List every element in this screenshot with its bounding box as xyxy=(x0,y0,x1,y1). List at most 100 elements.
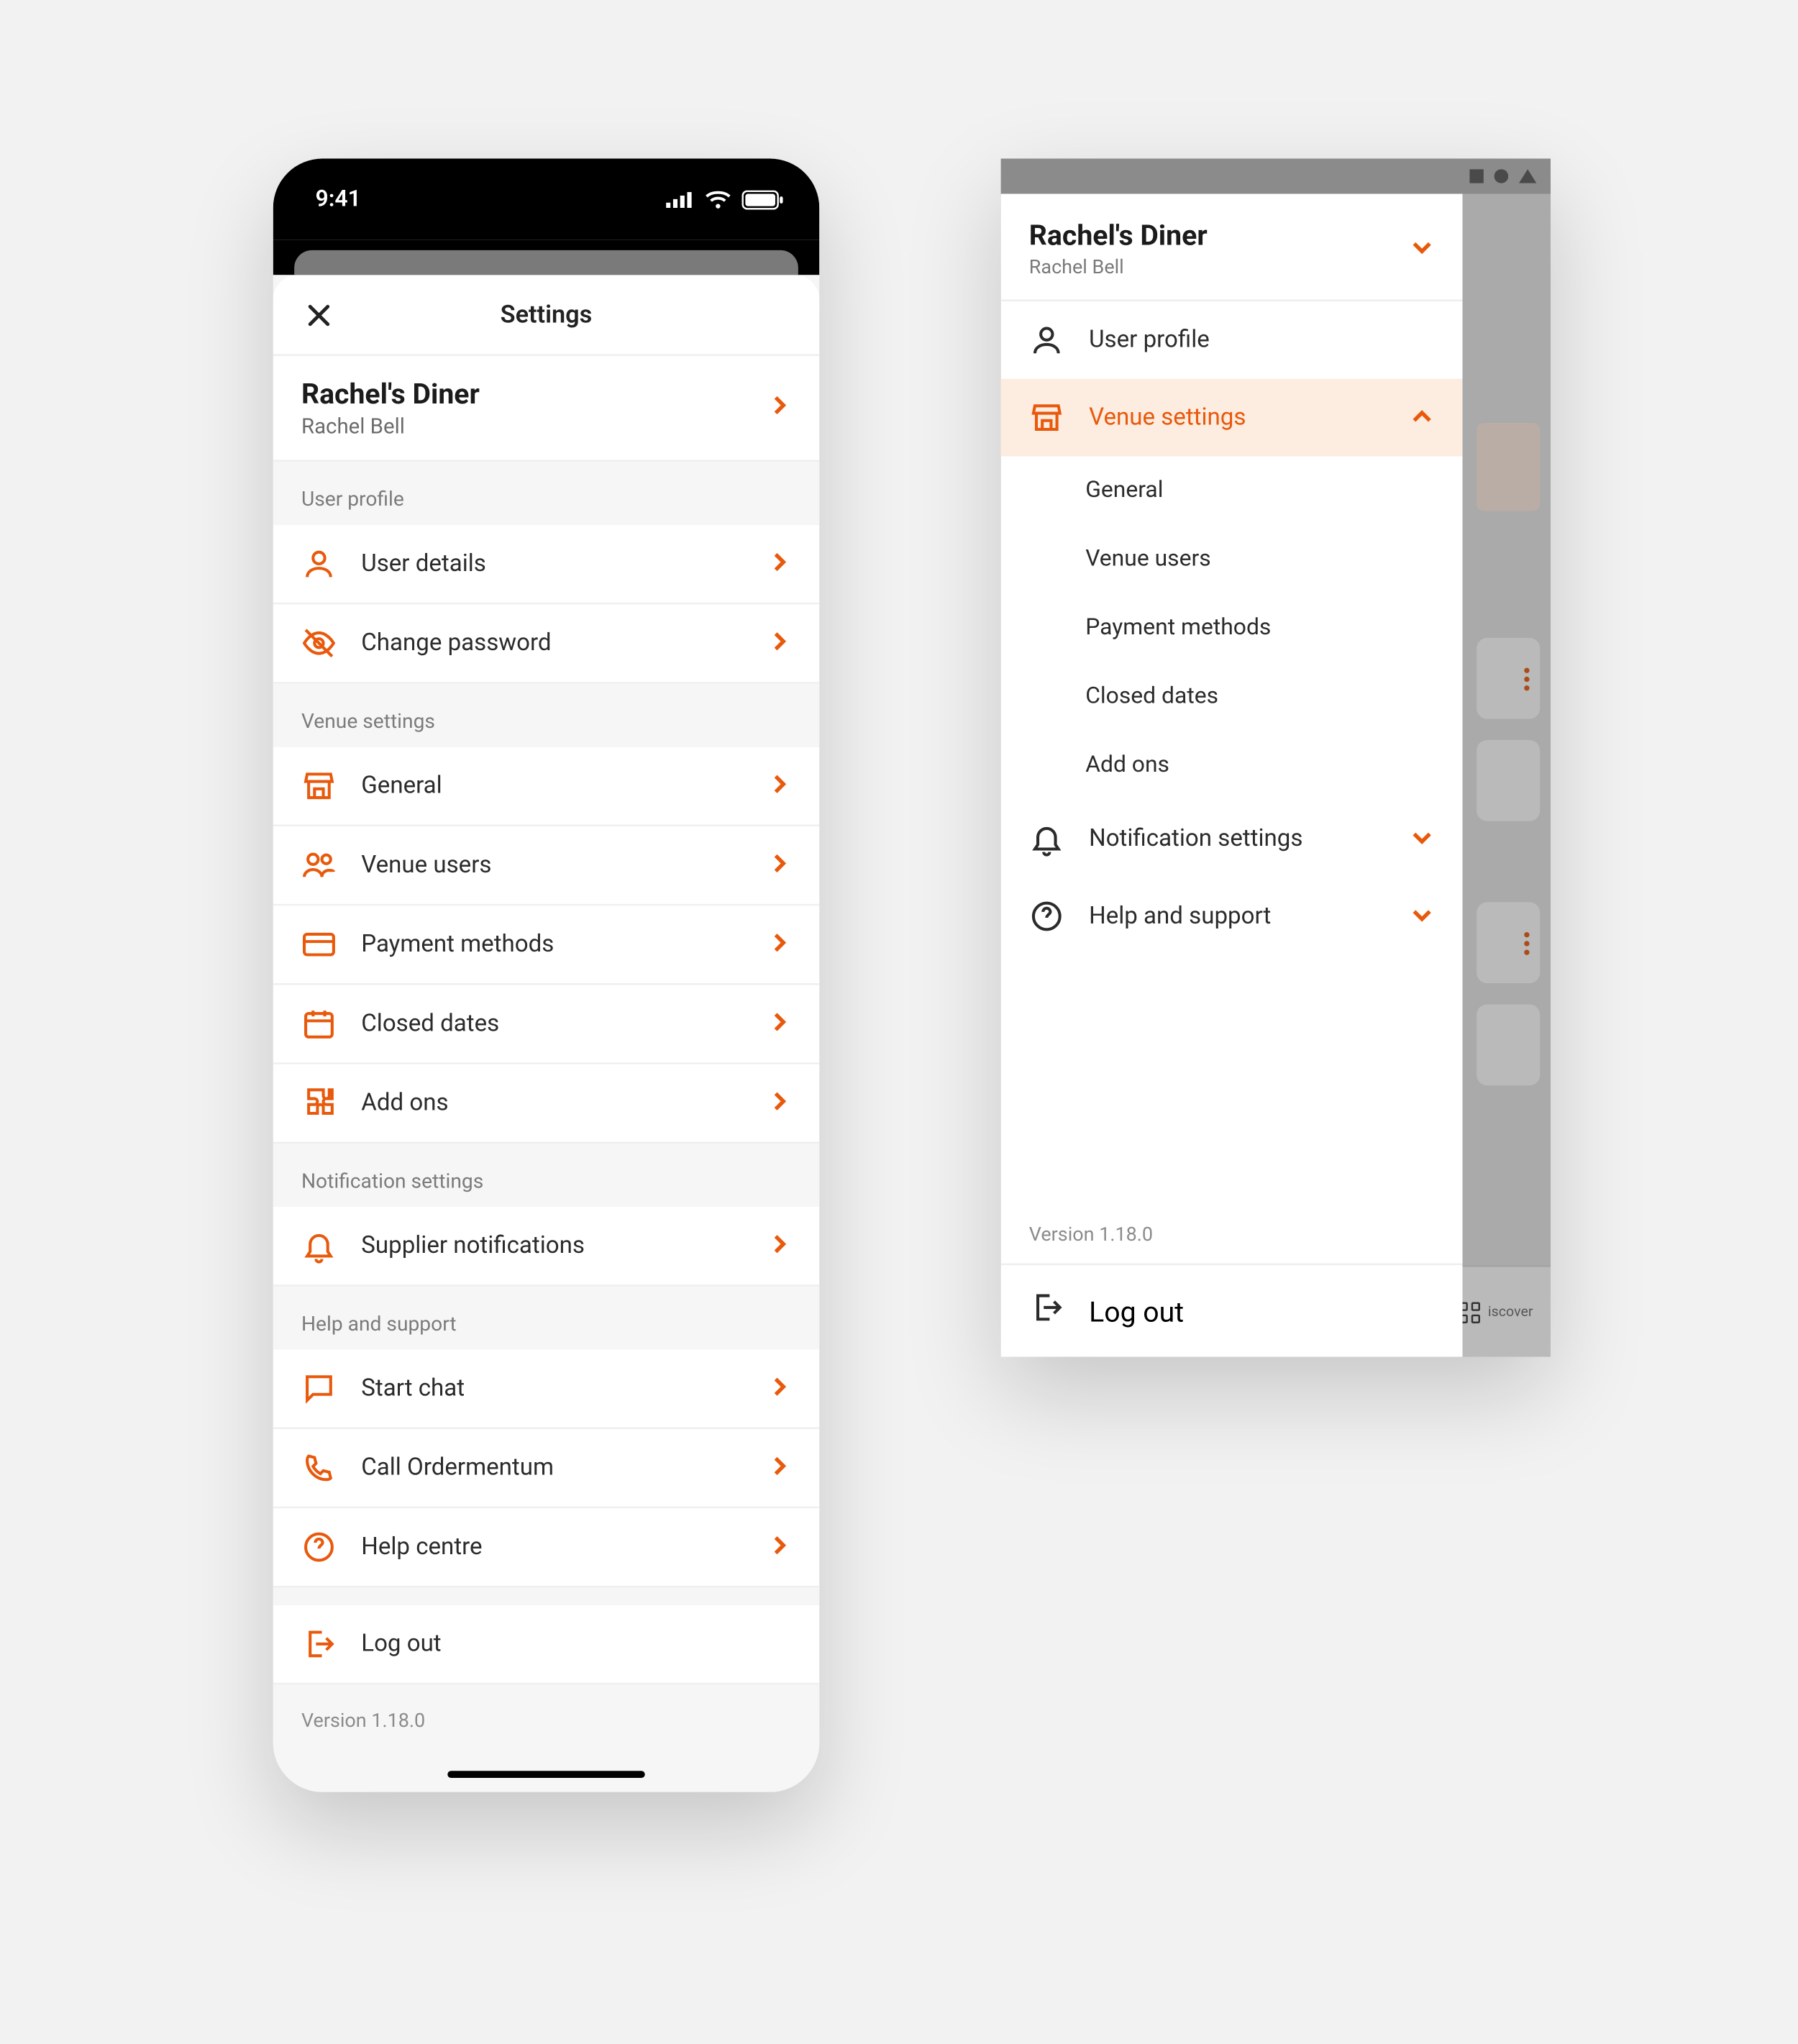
tablet-drawer-screen: iscover Rachel's Diner Rachel Bell User … xyxy=(1001,159,1551,1357)
section-user-profile: User profile xyxy=(273,462,820,525)
chevron-right-icon xyxy=(767,1229,791,1263)
row-venue-users[interactable]: Venue users xyxy=(273,826,820,905)
drawer-logout[interactable]: Log out xyxy=(1001,1264,1463,1357)
row-user-details[interactable]: User details xyxy=(273,525,820,604)
drawer-item-label: Venue settings xyxy=(1089,403,1385,432)
row-closed-dates[interactable]: Closed dates xyxy=(273,985,820,1064)
logout-icon xyxy=(1029,1290,1064,1332)
drawer-item-user-profile[interactable]: User profile xyxy=(1001,301,1463,379)
chat-icon xyxy=(301,1371,337,1406)
status-indicators xyxy=(666,189,784,209)
store-icon xyxy=(1029,400,1064,435)
drawer-item-label: User profile xyxy=(1089,326,1434,354)
mobile-settings-screen: 9:41 Settings xyxy=(273,159,820,1792)
settings-sheet: Settings Rachel's Diner Rachel Bell User… xyxy=(273,275,820,1792)
drawer-version: Version 1.18.0 xyxy=(1001,1205,1463,1264)
drawer-item-label: Help and support xyxy=(1089,902,1385,930)
venue-selector[interactable]: Rachel's Diner Rachel Bell xyxy=(273,356,820,462)
chevron-right-icon xyxy=(767,1086,791,1120)
row-label: Help centre xyxy=(361,1533,741,1561)
row-label: Start chat xyxy=(361,1374,741,1402)
drawer-logout-label: Log out xyxy=(1089,1295,1184,1328)
row-label: User details xyxy=(361,549,741,578)
row-label: General xyxy=(361,772,741,800)
row-label: Payment methods xyxy=(361,931,741,959)
chevron-up-icon xyxy=(1410,401,1434,434)
drawer-item-notification-settings[interactable]: Notification settings xyxy=(1001,800,1463,877)
row-label: Call Ordermentum xyxy=(361,1454,741,1482)
battery-icon xyxy=(741,189,784,209)
puzzle-icon xyxy=(301,1085,337,1121)
chevron-down-icon xyxy=(1410,232,1434,265)
row-label: Closed dates xyxy=(361,1010,741,1038)
status-triangle-icon xyxy=(1519,169,1537,183)
logout-icon xyxy=(301,1626,337,1661)
drawer-sub-closed-dates[interactable]: Closed dates xyxy=(1001,662,1463,731)
row-help-centre[interactable]: Help centre xyxy=(273,1508,820,1587)
section-help: Help and support xyxy=(273,1287,820,1350)
navigation-drawer: Rachel's Diner Rachel Bell User profile … xyxy=(1001,194,1463,1357)
row-payment-methods[interactable]: Payment methods xyxy=(273,905,820,985)
section-venue-settings: Venue settings xyxy=(273,684,820,747)
drawer-item-label: Notification settings xyxy=(1089,825,1385,853)
row-label: Add ons xyxy=(361,1089,741,1117)
chevron-down-icon xyxy=(1410,900,1434,934)
help-circle-icon xyxy=(1029,899,1064,934)
bell-icon xyxy=(301,1228,337,1264)
calendar-icon xyxy=(301,1006,337,1041)
row-general[interactable]: General xyxy=(273,747,820,826)
android-status-bar xyxy=(1001,159,1551,194)
row-label: Change password xyxy=(361,629,741,657)
ios-status-bar: 9:41 xyxy=(273,159,820,240)
row-label: Venue users xyxy=(361,851,741,879)
users-icon xyxy=(301,847,337,882)
chevron-right-icon xyxy=(767,391,791,425)
chevron-right-icon xyxy=(767,1007,791,1041)
drawer-item-help-support[interactable]: Help and support xyxy=(1001,877,1463,955)
row-add-ons[interactable]: Add ons xyxy=(273,1064,820,1144)
drawer-sub-payment-methods[interactable]: Payment methods xyxy=(1001,594,1463,663)
venue-name: Rachel's Diner xyxy=(301,377,767,411)
version-label: Version 1.18.0 xyxy=(273,1684,820,1771)
row-logout[interactable]: Log out xyxy=(273,1605,820,1684)
signal-icon xyxy=(666,191,694,209)
status-circle-icon xyxy=(1494,169,1509,183)
drawer-venue-selector[interactable]: Rachel's Diner Rachel Bell xyxy=(1001,194,1463,301)
credit-card-icon xyxy=(301,927,337,962)
home-indicator xyxy=(273,1771,820,1792)
drawer-sub-add-ons[interactable]: Add ons xyxy=(1001,731,1463,800)
row-change-password[interactable]: Change password xyxy=(273,604,820,683)
row-label: Supplier notifications xyxy=(361,1232,741,1260)
chevron-down-icon xyxy=(1410,822,1434,856)
drawer-sub-venue-users[interactable]: Venue users xyxy=(1001,525,1463,594)
drawer-sub-general[interactable]: General xyxy=(1001,457,1463,526)
chevron-right-icon xyxy=(767,1451,791,1485)
status-time: 9:41 xyxy=(316,186,361,212)
row-call[interactable]: Call Ordermentum xyxy=(273,1429,820,1508)
person-icon xyxy=(301,547,337,582)
drawer-item-venue-settings[interactable]: Venue settings xyxy=(1001,379,1463,457)
chevron-right-icon xyxy=(767,928,791,962)
chevron-right-icon xyxy=(767,547,791,581)
close-button[interactable] xyxy=(294,290,344,339)
eye-off-icon xyxy=(301,626,337,661)
venue-user: Rachel Bell xyxy=(301,414,767,439)
sheet-title: Settings xyxy=(273,301,820,329)
chevron-right-icon xyxy=(767,849,791,882)
chevron-right-icon xyxy=(767,1530,791,1564)
section-notifications: Notification settings xyxy=(273,1144,820,1207)
phone-icon xyxy=(301,1450,337,1485)
row-start-chat[interactable]: Start chat xyxy=(273,1350,820,1429)
row-label: Log out xyxy=(361,1630,791,1658)
wifi-icon xyxy=(705,189,731,209)
person-icon xyxy=(1029,322,1064,357)
dim-overlay[interactable] xyxy=(1463,194,1551,1357)
chevron-right-icon xyxy=(767,769,791,803)
sheet-header: Settings xyxy=(273,275,820,356)
row-supplier-notifications[interactable]: Supplier notifications xyxy=(273,1207,820,1286)
venue-user: Rachel Bell xyxy=(1029,255,1410,278)
chevron-right-icon xyxy=(767,1372,791,1405)
chevron-right-icon xyxy=(767,626,791,660)
store-icon xyxy=(301,768,337,803)
status-square-icon xyxy=(1469,169,1484,183)
